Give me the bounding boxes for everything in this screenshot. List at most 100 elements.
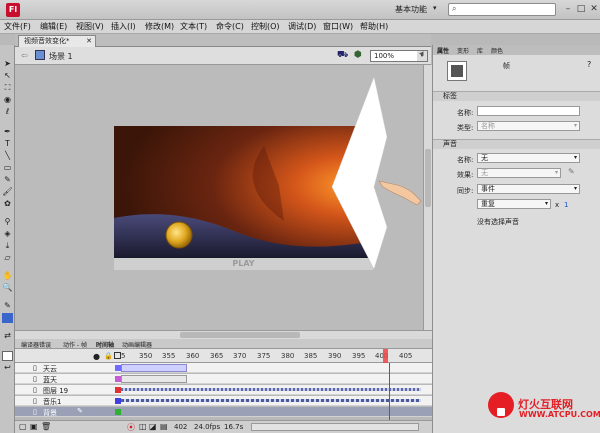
line-tool-icon[interactable]: ╲ xyxy=(2,151,13,161)
effect-select[interactable]: 无 ▾ xyxy=(477,168,561,178)
layer-row[interactable]: ▯ 图层 19 xyxy=(15,385,432,395)
outline-icon[interactable] xyxy=(114,352,121,359)
menu-view[interactable]: 视图(V) xyxy=(76,21,104,32)
menu-window[interactable]: 窗口(W) xyxy=(323,21,353,32)
tab-transform[interactable]: 变形 xyxy=(457,46,469,55)
layer-name[interactable]: 音乐1 xyxy=(43,397,61,407)
menu-text[interactable]: 文本(T) xyxy=(180,21,207,32)
scroll-thumb[interactable] xyxy=(425,149,431,207)
smooth-option-icon[interactable]: ↩ xyxy=(2,363,13,373)
name-input[interactable] xyxy=(477,106,580,116)
edit-envelope-icon[interactable]: ✎ xyxy=(568,167,575,176)
fill-color-swatch[interactable] xyxy=(2,313,13,323)
layer-row-selected[interactable]: ▯ 背景 ✎ xyxy=(15,407,432,417)
text-tool-icon[interactable]: T xyxy=(2,139,13,149)
layer-name[interactable]: 背景 xyxy=(43,408,57,418)
tab-motion-editor[interactable]: 动画编辑器 xyxy=(122,340,152,349)
help-icon[interactable]: ? xyxy=(587,60,591,69)
label-section-header[interactable]: 标签 xyxy=(433,91,600,101)
back-arrow-icon[interactable]: ⇦ xyxy=(21,51,28,60)
pencil-tool-icon[interactable]: ✎ xyxy=(2,175,13,185)
eyedropper-tool-icon[interactable]: ⤓ xyxy=(2,241,13,251)
onion-skin-icon[interactable]: ◫ xyxy=(139,422,147,431)
eye-icon[interactable]: ● xyxy=(93,352,100,361)
onion-outline-icon[interactable]: ◪ xyxy=(149,422,157,431)
search-input[interactable]: ⌕ xyxy=(448,3,556,16)
edit-multiple-icon[interactable]: ▤ xyxy=(160,422,168,431)
document-tab[interactable]: 视频音效变化* ✕ xyxy=(18,35,96,47)
close-button[interactable]: ✕ xyxy=(588,3,600,15)
frame-rate[interactable]: 24.0fps xyxy=(194,423,220,431)
selection-tool-icon[interactable]: ➤ xyxy=(2,59,13,69)
swap-colors-icon[interactable]: ⇄ xyxy=(2,331,13,341)
document-tab-title: 视频音效变化* xyxy=(24,37,70,45)
menu-file[interactable]: 文件(F) xyxy=(4,21,31,32)
3d-rotation-tool-icon[interactable]: ◉ xyxy=(2,95,13,105)
deco-tool-icon[interactable]: ✿ xyxy=(2,199,13,209)
paint-bucket-tool-icon[interactable]: ◈ xyxy=(2,229,13,239)
menu-commands[interactable]: 命令(C) xyxy=(216,21,244,32)
tab-compiler-errors[interactable]: 编译器错误 xyxy=(21,340,51,349)
playhead[interactable] xyxy=(383,349,388,363)
tab-library[interactable]: 库 xyxy=(477,46,483,55)
stroke-color-icon[interactable]: ✎ xyxy=(2,301,13,311)
layer-color-swatch[interactable] xyxy=(115,409,121,415)
tab-color[interactable]: 颜色 xyxy=(491,46,503,55)
pen-tool-icon[interactable]: ✒ xyxy=(2,127,13,137)
scroll-thumb[interactable] xyxy=(180,332,300,338)
lasso-tool-icon[interactable]: ℓ xyxy=(2,107,13,117)
brush-tool-icon[interactable]: 🖌 xyxy=(2,187,13,197)
delete-layer-icon[interactable]: 🗑 xyxy=(41,422,51,431)
minimize-button[interactable]: – xyxy=(562,3,574,15)
eraser-tool-icon[interactable]: ▱ xyxy=(2,253,13,263)
layer-row[interactable]: ▯ 天云 xyxy=(15,363,432,373)
free-transform-tool-icon[interactable]: ⛶ xyxy=(2,83,13,93)
chevron-down-icon[interactable]: ▾ xyxy=(433,4,437,12)
tab-timeline[interactable]: 时间轴 xyxy=(96,340,114,349)
center-frame-icon[interactable]: ⦿ xyxy=(127,422,135,433)
layer-name[interactable]: 蓝天 xyxy=(43,375,57,385)
edit-scene-icon[interactable]: ⛟ xyxy=(337,50,348,61)
stage-area[interactable]: PLAY xyxy=(15,65,423,330)
layer-row[interactable]: ▯ 蓝天 xyxy=(15,374,432,384)
tab-properties[interactable]: 属性 xyxy=(437,46,449,55)
menu-control[interactable]: 控制(O) xyxy=(251,21,280,32)
maximize-button[interactable]: □ xyxy=(575,3,587,15)
sound-name-select[interactable]: 无 ▾ xyxy=(477,153,580,163)
timeline-scrollbar[interactable] xyxy=(251,423,419,431)
menu-debug[interactable]: 调试(D) xyxy=(288,21,316,32)
coin-image xyxy=(165,221,193,249)
bone-tool-icon[interactable]: ⚲ xyxy=(2,217,13,227)
lock-icon[interactable]: 🔒 xyxy=(104,352,113,360)
subselection-tool-icon[interactable]: ↖ xyxy=(2,71,13,81)
repeat-count[interactable]: 1 xyxy=(564,201,568,209)
edit-symbols-icon[interactable]: ⬢ xyxy=(354,50,362,60)
zoom-tool-icon[interactable]: 🔍 xyxy=(2,283,13,293)
hand-tool-icon[interactable]: ✋ xyxy=(2,271,13,281)
timeline-ruler[interactable]: ● 🔒 5 350 355 360 365 370 375 380 385 39… xyxy=(15,349,432,363)
menu-help[interactable]: 帮助(H) xyxy=(360,21,388,32)
new-folder-icon[interactable]: ▣ xyxy=(30,422,38,431)
menu-insert[interactable]: 插入(I) xyxy=(111,21,136,32)
repeat-select[interactable]: 重复 ▾ xyxy=(477,199,551,209)
tween-span[interactable] xyxy=(121,364,187,372)
menu-modify[interactable]: 修改(M) xyxy=(145,21,174,32)
layer-name[interactable]: 图层 19 xyxy=(43,386,68,396)
rectangle-tool-icon[interactable]: ▭ xyxy=(2,163,13,173)
snap-option-icon[interactable] xyxy=(2,351,13,361)
workspace-switcher[interactable]: 基本功能 xyxy=(395,4,427,15)
layer-name[interactable]: 天云 xyxy=(43,364,57,374)
menu-edit[interactable]: 编辑(E) xyxy=(40,21,67,32)
new-layer-icon[interactable]: ▢ xyxy=(19,422,27,431)
layer-icon: ▯ xyxy=(33,364,37,372)
close-icon[interactable]: ✕ xyxy=(86,36,92,47)
sync-select[interactable]: 事件 ▾ xyxy=(477,184,580,194)
panel-collapse-icon[interactable]: ◂ xyxy=(419,49,424,59)
stage-vertical-scrollbar[interactable] xyxy=(423,65,432,330)
tab-actions[interactable]: 动作 - 帧 xyxy=(63,340,87,349)
stage-horizontal-scrollbar[interactable] xyxy=(15,330,432,339)
frame-span[interactable] xyxy=(121,375,187,383)
sound-section-header[interactable]: 声音 xyxy=(433,139,600,149)
layer-row[interactable]: ▯ 音乐1 xyxy=(15,396,432,406)
type-select[interactable]: 名称 ▾ xyxy=(477,121,580,131)
